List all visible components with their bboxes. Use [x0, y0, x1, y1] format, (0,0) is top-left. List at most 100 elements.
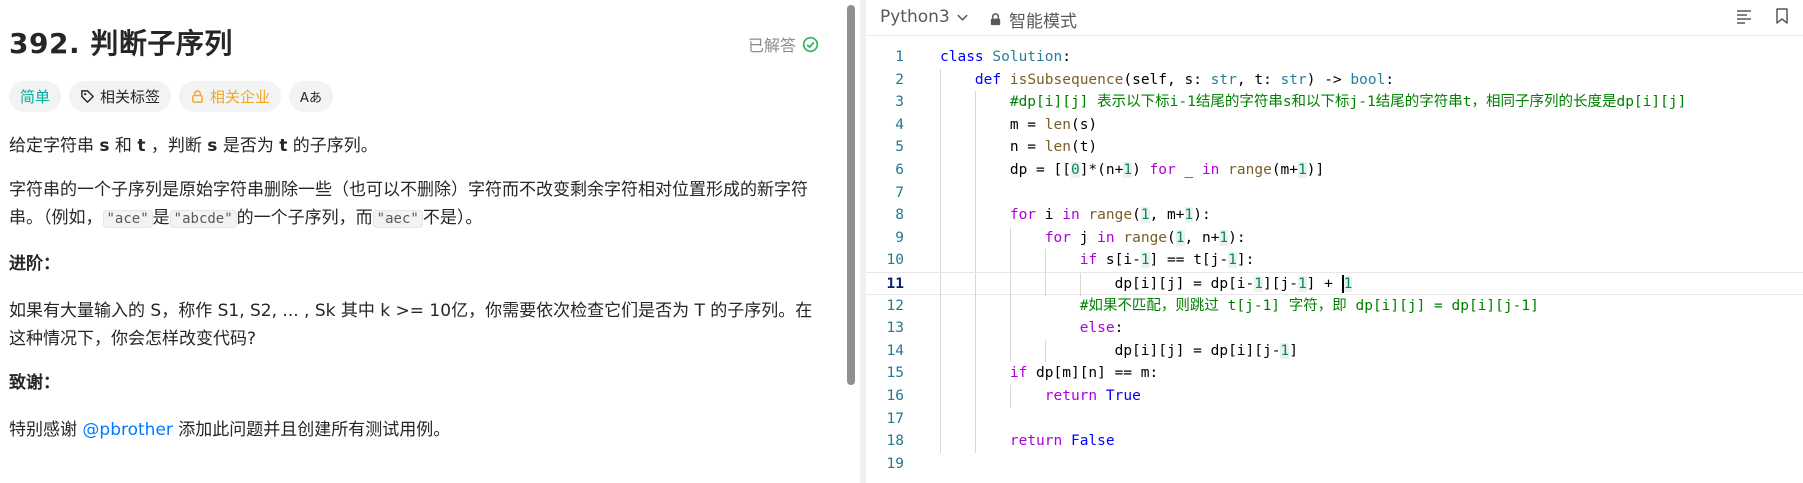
line-number: 18 [886, 433, 904, 450]
code-text: def isSubsequence(self, s: str, t: str) … [918, 68, 1394, 92]
line-number: 14 [886, 342, 904, 359]
code-line[interactable]: 10 if s[i-1] == t[j-1]: [866, 249, 1803, 272]
example-code: "aec" [372, 210, 423, 228]
mode-indicator[interactable]: 智能模式 [988, 7, 1077, 32]
code-text: if s[i-1] == t[j-1]: [918, 249, 1254, 272]
difficulty-label: 简单 [20, 88, 51, 106]
code-text: if dp[m][n] == m: [918, 362, 1158, 385]
code-line[interactable]: 12 #如果不匹配，则跳过 t[j-1] 字符，即 dp[i][j] = dp[… [866, 294, 1803, 318]
line-number: 9 [895, 229, 904, 246]
desc-text: ，判断 [145, 136, 208, 156]
code-editor-panel: Python3 智能模式 1 class Solution: 2 def isSu… [866, 0, 1803, 483]
code-text [918, 181, 976, 205]
problem-panel: 392. 判断子序列 已解答 简单 相关标签 相关企业 Aあ 给定字符串 s 和… [0, 0, 846, 483]
translate-button[interactable]: Aあ [289, 81, 333, 112]
desc-text: 的一个子序列，而 [236, 208, 373, 228]
code-line[interactable]: 13 else: [866, 317, 1803, 340]
code-line[interactable]: 14 dp[i][j] = dp[i][j-1] [866, 339, 1803, 363]
lock-icon [990, 13, 1001, 26]
line-number: 1 [895, 49, 904, 65]
desc-text: 给定字符串 [9, 136, 100, 156]
editor-toolbar: Python3 智能模式 [866, 0, 1803, 36]
line-number: 7 [895, 184, 904, 201]
description-scrollbar[interactable] [847, 5, 855, 385]
lock-icon [192, 90, 203, 103]
code-text: dp[i][j] = dp[i-1][j-1] + 1 [918, 272, 1353, 296]
related-tags-button[interactable]: 相关标签 [69, 81, 172, 112]
related-companies-button[interactable]: 相关企业 [179, 81, 282, 112]
code-text: m = len(s) [918, 113, 1097, 137]
tag-icon [81, 90, 94, 103]
description-paragraph-2: 字符串的一个子序列是原始字符串删除一些（也可以不删除）字符而不改变剩余字符相对位… [9, 176, 824, 233]
desc-text: 添加此问题并且创建所有测试用例。 [172, 420, 451, 440]
code-line[interactable]: 17 [866, 407, 1803, 431]
tag-row: 简单 相关标签 相关企业 Aあ [9, 81, 333, 112]
line-number: 4 [895, 116, 904, 133]
example-code: "abcde" [169, 210, 237, 228]
toolbar-actions [1735, 7, 1791, 25]
example-code: "ace" [102, 210, 153, 228]
mode-label: 智能模式 [1009, 12, 1077, 32]
code-line[interactable]: 15 if dp[m][n] == m: [866, 362, 1803, 385]
line-number: 19 [886, 455, 904, 472]
code-text: dp[i][j] = dp[i][j-1] [918, 339, 1298, 363]
code-line[interactable]: 16 return True [866, 384, 1803, 408]
line-number: 15 [886, 365, 904, 382]
line-number: 10 [886, 252, 904, 269]
line-number: 3 [895, 94, 904, 111]
code-line[interactable]: 9 for j in range(1, n+1): [866, 226, 1803, 250]
code-line[interactable]: 7 [866, 181, 1803, 205]
code-line[interactable]: 19 [866, 453, 1803, 476]
advanced-heading: 进阶： [9, 254, 60, 274]
code-line[interactable]: 3 #dp[i][j] 表示以下标i-1结尾的字符串s和以下标j-1结尾的字符串… [866, 91, 1803, 114]
line-number: 12 [886, 297, 904, 314]
code-line[interactable]: 2 def isSubsequence(self, s: str, t: str… [866, 68, 1803, 92]
language-label: Python3 [880, 7, 950, 27]
code-text: #如果不匹配，则跳过 t[j-1] 字符，即 dp[i][j] = dp[i][… [918, 294, 1539, 318]
bookmark-icon[interactable] [1773, 7, 1791, 25]
code-line[interactable]: 1 class Solution: [866, 46, 1803, 69]
code-text: return False [918, 430, 1115, 453]
line-number: 2 [895, 71, 904, 88]
code-line[interactable]: 6 dp = [[0]*(n+1) for _ in range(m+1)] [866, 158, 1803, 182]
thanks-heading: 致谢： [9, 373, 60, 393]
code-text: class Solution: [940, 49, 1071, 65]
desc-var-s: s [207, 136, 218, 156]
code-text: else: [918, 317, 1123, 340]
desc-var-s: s [99, 136, 110, 156]
code-text [918, 407, 976, 431]
difficulty-tag[interactable]: 简单 [9, 81, 62, 112]
code-line[interactable]: 5 n = len(t) [866, 136, 1803, 159]
code-text: return True [918, 384, 1141, 408]
code-text: for i in range(1, m+1): [918, 204, 1211, 227]
format-lines-icon[interactable] [1735, 7, 1753, 25]
code-text: dp = [[0]*(n+1) for _ in range(m+1)] [918, 158, 1324, 182]
code-text: #dp[i][j] 表示以下标i-1结尾的字符串s和以下标j-1结尾的字符串t，… [918, 91, 1686, 114]
related-tags-label: 相关标签 [100, 88, 161, 106]
translate-icon: Aあ [300, 91, 322, 106]
solved-status: 已解答 [748, 32, 819, 56]
code-line[interactable]: 4 m = len(s) [866, 113, 1803, 137]
code-line[interactable]: 8 for i in range(1, m+1): [866, 204, 1803, 227]
contributor-link[interactable]: @pbrother [82, 420, 173, 440]
related-companies-label: 相关企业 [210, 88, 271, 106]
line-number: 5 [895, 139, 904, 156]
advanced-text: 如果有大量输入的 S，称作 S1, S2, ... , Sk 其中 k >= 1… [9, 301, 813, 349]
check-circle-icon [802, 36, 819, 52]
code-line[interactable]: 18 return False [866, 430, 1803, 453]
description-paragraph-1: 给定字符串 s 和 t ，判断 s 是否为 t 的子序列。 [9, 132, 824, 160]
code-area[interactable]: 1 class Solution: 2 def isSubsequence(sel… [866, 46, 1803, 475]
line-number: 16 [886, 387, 904, 404]
line-number: 17 [886, 410, 904, 427]
language-selector[interactable]: Python3 [880, 7, 969, 27]
code-text: for j in range(1, n+1): [918, 226, 1246, 250]
desc-text: 不是）。 [422, 208, 483, 228]
desc-text: 和 [109, 136, 138, 156]
desc-text: 的子序列。 [287, 136, 378, 156]
code-line-active[interactable]: 11 dp[i][j] = dp[i-1][j-1] + 1 [866, 271, 1803, 296]
solved-label: 已解答 [748, 36, 797, 55]
line-number: 13 [886, 320, 904, 337]
chevron-down-icon [957, 14, 968, 21]
desc-text: 是 [152, 208, 170, 228]
